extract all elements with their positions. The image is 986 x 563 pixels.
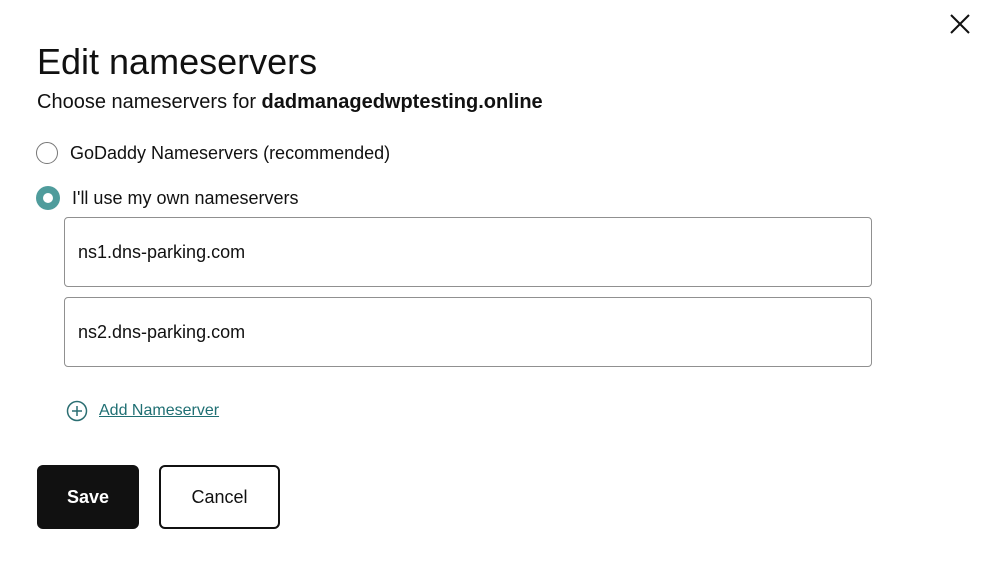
cancel-button[interactable]: Cancel [159, 465, 280, 529]
option-label: I'll use my own nameservers [72, 188, 299, 208]
nameserver-2-input[interactable] [64, 297, 872, 367]
subtitle-prefix: Choose nameservers for [37, 91, 256, 113]
nameserver-1-input[interactable] [64, 217, 872, 287]
radio-checked[interactable] [36, 186, 60, 210]
plus-circle-icon [66, 400, 88, 422]
add-nameserver-label[interactable]: Add Nameserver [99, 400, 219, 422]
option-own-nameservers[interactable]: I'll use my own nameservers [36, 186, 299, 210]
close-button[interactable] [944, 8, 976, 40]
dialog-title: Edit nameservers [37, 41, 318, 82]
dialog-subtitle: Choose nameservers for dadmanagedwptesti… [37, 88, 543, 116]
radio-unchecked[interactable] [36, 142, 58, 164]
option-godaddy-nameservers[interactable]: GoDaddy Nameservers (recommended) [36, 141, 390, 165]
option-label: GoDaddy Nameservers (recommended) [70, 143, 391, 163]
save-button[interactable]: Save [37, 465, 139, 529]
domain-name: dadmanagedwptesting.online [261, 91, 543, 113]
add-nameserver-link[interactable]: Add Nameserver [66, 400, 219, 422]
close-icon [950, 14, 970, 34]
